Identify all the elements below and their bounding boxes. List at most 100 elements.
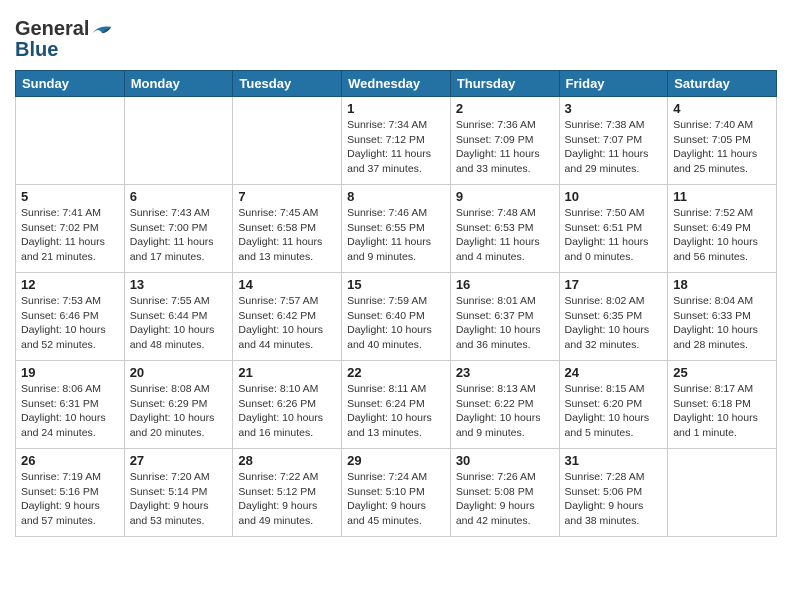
day-number: 22 [347, 365, 445, 380]
calendar-week-row: 1Sunrise: 7:34 AM Sunset: 7:12 PM Daylig… [16, 97, 777, 185]
calendar-cell: 9 Sunrise: 7:48 AM Sunset: 6:53 PM Daylig… [450, 185, 559, 273]
day-info: Sunrise: 8:10 AM Sunset: 6:26 PM Dayligh… [238, 382, 336, 441]
day-number: 9 [456, 189, 554, 204]
calendar-cell: 31 Sunrise: 7:28 AM Sunset: 5:06 PM Dayli… [559, 449, 668, 537]
weekday-header-row: Sunday Monday Tuesday Wednesday Thursday… [16, 71, 777, 97]
day-number: 29 [347, 453, 445, 468]
day-info: Sunrise: 8:02 AM Sunset: 6:35 PM Dayligh… [565, 294, 663, 353]
day-info: Sunrise: 7:45 AM Sunset: 6:58 PM Dayligh… [238, 206, 336, 265]
day-number: 8 [347, 189, 445, 204]
calendar-cell: 25 Sunrise: 8:17 AM Sunset: 6:18 PM Dayli… [668, 361, 777, 449]
calendar-week-row: 12 Sunrise: 7:53 AM Sunset: 6:46 PM Dayli… [16, 273, 777, 361]
header-monday: Monday [124, 71, 233, 97]
calendar-cell: 19 Sunrise: 8:06 AM Sunset: 6:31 PM Dayli… [16, 361, 125, 449]
calendar-cell: 7Sunrise: 7:45 AM Sunset: 6:58 PM Daylig… [233, 185, 342, 273]
day-number: 25 [673, 365, 771, 380]
header-saturday: Saturday [668, 71, 777, 97]
day-info: Sunrise: 8:17 AM Sunset: 6:18 PM Dayligh… [673, 382, 771, 441]
day-info: Sunrise: 7:48 AM Sunset: 6:53 PM Dayligh… [456, 206, 554, 265]
header-friday: Friday [559, 71, 668, 97]
day-info: Sunrise: 7:52 AM Sunset: 6:49 PM Dayligh… [673, 206, 771, 265]
calendar-cell: 6 Sunrise: 7:43 AM Sunset: 7:00 PM Daylig… [124, 185, 233, 273]
day-number: 5 [21, 189, 119, 204]
header-sunday: Sunday [16, 71, 125, 97]
calendar-cell: 23 Sunrise: 8:13 AM Sunset: 6:22 PM Dayli… [450, 361, 559, 449]
calendar-week-row: 5 Sunrise: 7:41 AM Sunset: 7:02 PM Daylig… [16, 185, 777, 273]
day-info: Sunrise: 8:11 AM Sunset: 6:24 PM Dayligh… [347, 382, 445, 441]
calendar-cell: 2 Sunrise: 7:36 AM Sunset: 7:09 PM Daylig… [450, 97, 559, 185]
calendar-cell: 5 Sunrise: 7:41 AM Sunset: 7:02 PM Daylig… [16, 185, 125, 273]
day-info: Sunrise: 7:22 AM Sunset: 5:12 PM Dayligh… [238, 470, 336, 529]
day-info: Sunrise: 7:53 AM Sunset: 6:46 PM Dayligh… [21, 294, 119, 353]
page: General Blue Sunday Monday Tuesday Wedne… [0, 0, 792, 552]
day-info: Sunrise: 7:34 AM Sunset: 7:12 PM Dayligh… [347, 118, 445, 177]
day-number: 14 [238, 277, 336, 292]
logo-general: General [15, 18, 89, 41]
calendar-cell: 10Sunrise: 7:50 AM Sunset: 6:51 PM Dayli… [559, 185, 668, 273]
calendar-cell: 29 Sunrise: 7:24 AM Sunset: 5:10 PM Dayli… [342, 449, 451, 537]
calendar-week-row: 26 Sunrise: 7:19 AM Sunset: 5:16 PM Dayli… [16, 449, 777, 537]
day-number: 23 [456, 365, 554, 380]
day-number: 31 [565, 453, 663, 468]
header-tuesday: Tuesday [233, 71, 342, 97]
day-info: Sunrise: 7:50 AM Sunset: 6:51 PM Dayligh… [565, 206, 663, 265]
day-number: 11 [673, 189, 771, 204]
day-info: Sunrise: 7:36 AM Sunset: 7:09 PM Dayligh… [456, 118, 554, 177]
day-info: Sunrise: 8:01 AM Sunset: 6:37 PM Dayligh… [456, 294, 554, 353]
header-wednesday: Wednesday [342, 71, 451, 97]
day-number: 3 [565, 101, 663, 116]
header: General Blue [15, 10, 777, 62]
calendar-cell: 17 Sunrise: 8:02 AM Sunset: 6:35 PM Dayli… [559, 273, 668, 361]
day-number: 2 [456, 101, 554, 116]
day-info: Sunrise: 8:15 AM Sunset: 6:20 PM Dayligh… [565, 382, 663, 441]
day-info: Sunrise: 7:40 AM Sunset: 7:05 PM Dayligh… [673, 118, 771, 177]
calendar-cell [124, 97, 233, 185]
day-number: 6 [130, 189, 228, 204]
day-number: 19 [21, 365, 119, 380]
day-number: 17 [565, 277, 663, 292]
calendar-week-row: 19 Sunrise: 8:06 AM Sunset: 6:31 PM Dayli… [16, 361, 777, 449]
calendar-cell: 15Sunrise: 7:59 AM Sunset: 6:40 PM Dayli… [342, 273, 451, 361]
day-info: Sunrise: 7:19 AM Sunset: 5:16 PM Dayligh… [21, 470, 119, 529]
day-number: 15 [347, 277, 445, 292]
day-info: Sunrise: 7:20 AM Sunset: 5:14 PM Dayligh… [130, 470, 228, 529]
day-info: Sunrise: 7:43 AM Sunset: 7:00 PM Dayligh… [130, 206, 228, 265]
day-info: Sunrise: 8:08 AM Sunset: 6:29 PM Dayligh… [130, 382, 228, 441]
calendar-cell: 3 Sunrise: 7:38 AM Sunset: 7:07 PM Daylig… [559, 97, 668, 185]
calendar-cell: 11 Sunrise: 7:52 AM Sunset: 6:49 PM Dayli… [668, 185, 777, 273]
day-number: 24 [565, 365, 663, 380]
calendar-cell: 16 Sunrise: 8:01 AM Sunset: 6:37 PM Dayli… [450, 273, 559, 361]
day-info: Sunrise: 8:04 AM Sunset: 6:33 PM Dayligh… [673, 294, 771, 353]
day-info: Sunrise: 7:38 AM Sunset: 7:07 PM Dayligh… [565, 118, 663, 177]
day-number: 26 [21, 453, 119, 468]
day-info: Sunrise: 7:41 AM Sunset: 7:02 PM Dayligh… [21, 206, 119, 265]
calendar-cell: 30Sunrise: 7:26 AM Sunset: 5:08 PM Dayli… [450, 449, 559, 537]
header-thursday: Thursday [450, 71, 559, 97]
calendar-cell: 28 Sunrise: 7:22 AM Sunset: 5:12 PM Dayli… [233, 449, 342, 537]
calendar-cell: 24 Sunrise: 8:15 AM Sunset: 6:20 PM Dayli… [559, 361, 668, 449]
day-info: Sunrise: 7:26 AM Sunset: 5:08 PM Dayligh… [456, 470, 554, 529]
day-info: Sunrise: 7:46 AM Sunset: 6:55 PM Dayligh… [347, 206, 445, 265]
logo-bird-icon [91, 21, 113, 39]
day-info: Sunrise: 7:28 AM Sunset: 5:06 PM Dayligh… [565, 470, 663, 529]
day-number: 20 [130, 365, 228, 380]
day-number: 16 [456, 277, 554, 292]
day-number: 18 [673, 277, 771, 292]
calendar-cell: 14 Sunrise: 7:57 AM Sunset: 6:42 PM Dayli… [233, 273, 342, 361]
calendar-cell: 20 Sunrise: 8:08 AM Sunset: 6:29 PM Dayli… [124, 361, 233, 449]
calendar-cell: 12 Sunrise: 7:53 AM Sunset: 6:46 PM Dayli… [16, 273, 125, 361]
calendar-cell: 27Sunrise: 7:20 AM Sunset: 5:14 PM Dayli… [124, 449, 233, 537]
calendar-cell: 1Sunrise: 7:34 AM Sunset: 7:12 PM Daylig… [342, 97, 451, 185]
day-info: Sunrise: 7:24 AM Sunset: 5:10 PM Dayligh… [347, 470, 445, 529]
day-info: Sunrise: 7:55 AM Sunset: 6:44 PM Dayligh… [130, 294, 228, 353]
day-number: 28 [238, 453, 336, 468]
day-info: Sunrise: 8:06 AM Sunset: 6:31 PM Dayligh… [21, 382, 119, 441]
calendar-cell: 18 Sunrise: 8:04 AM Sunset: 6:33 PM Dayli… [668, 273, 777, 361]
day-number: 21 [238, 365, 336, 380]
calendar-cell: 13Sunrise: 7:55 AM Sunset: 6:44 PM Dayli… [124, 273, 233, 361]
day-number: 12 [21, 277, 119, 292]
day-info: Sunrise: 8:13 AM Sunset: 6:22 PM Dayligh… [456, 382, 554, 441]
day-info: Sunrise: 7:57 AM Sunset: 6:42 PM Dayligh… [238, 294, 336, 353]
calendar-cell [16, 97, 125, 185]
calendar-table: Sunday Monday Tuesday Wednesday Thursday… [15, 70, 777, 537]
